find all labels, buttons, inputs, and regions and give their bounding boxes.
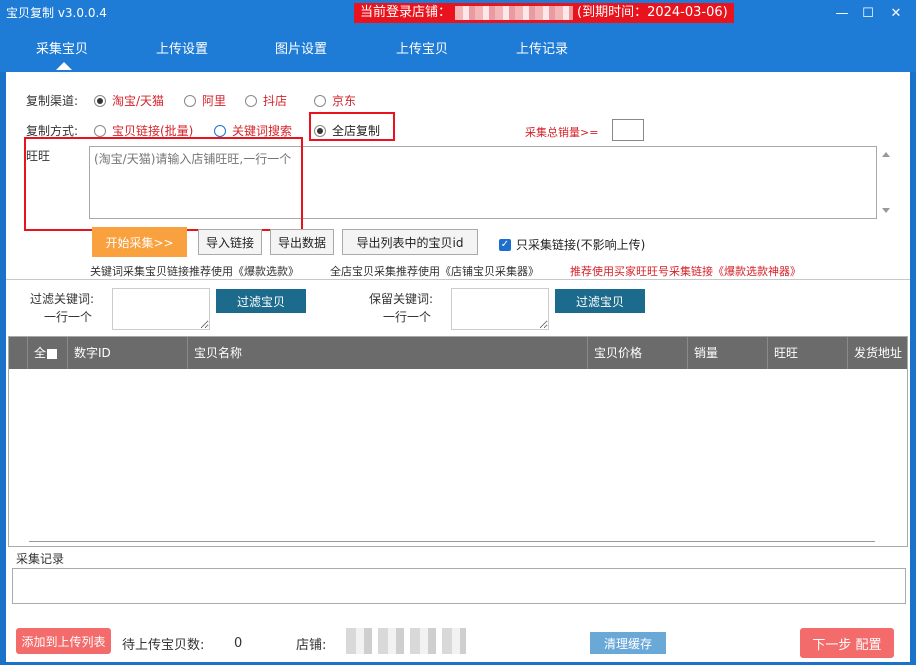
radio-dot-icon <box>94 94 106 107</box>
tab-upload-items[interactable]: 上传宝贝 <box>396 38 448 57</box>
radio-channel-jd[interactable]: 京东 <box>314 92 356 109</box>
tab-upload-records[interactable]: 上传记录 <box>516 38 568 57</box>
title-bar: 宝贝复制 v3.0.0.4 当前登录店铺： (到期时间：2024-03-06) … <box>0 0 916 28</box>
channel-label: 复制渠道: <box>26 94 79 108</box>
select-all-checkbox-icon[interactable] <box>47 348 58 359</box>
column-ship-address[interactable]: 发货地址 <box>847 337 907 369</box>
clear-cache-button[interactable]: 清理缓存 <box>590 632 666 654</box>
radio-channel-taobao[interactable]: 淘宝/天猫 <box>94 92 164 109</box>
radio-label: 京东 <box>332 94 357 108</box>
active-tab-indicator <box>56 62 72 70</box>
divider <box>6 279 910 280</box>
radio-dot-icon <box>314 94 326 107</box>
column-price[interactable]: 宝贝价格 <box>587 337 687 369</box>
filter-keyword-hint: 一行一个 <box>44 310 93 324</box>
radio-mode-whole-shop[interactable]: 全店复制 <box>314 122 380 139</box>
radio-dot-icon <box>94 124 106 137</box>
app-title: 宝贝复制 v3.0.0.4 <box>6 6 107 20</box>
radio-label: 宝贝链接(批量) <box>112 124 194 138</box>
column-sales[interactable]: 销量 <box>687 337 767 369</box>
table-horizontal-scrollbar[interactable] <box>29 541 875 542</box>
scroll-down-icon[interactable] <box>882 208 890 213</box>
tab-collect[interactable]: 采集宝贝 <box>36 38 88 57</box>
radio-dot-icon <box>314 124 326 137</box>
only-links-checkbox[interactable]: ✓ 只采集链接(不影响上传) <box>499 236 645 253</box>
radio-dot-icon <box>184 94 196 107</box>
radio-label: 抖店 <box>263 94 288 108</box>
filter-keyword-input[interactable] <box>112 288 210 330</box>
radio-mode-links[interactable]: 宝贝链接(批量) <box>94 122 193 139</box>
radio-channel-douyin[interactable]: 抖店 <box>245 92 287 109</box>
tip-buyer-wangwang: 推荐使用买家旺旺号采集链接《爆款选款神器》 <box>570 265 801 278</box>
scroll-up-icon[interactable] <box>882 152 890 157</box>
checkmark-icon: ✓ <box>499 238 511 251</box>
login-banner: 当前登录店铺： (到期时间：2024-03-06) <box>354 3 734 23</box>
keep-keyword-input[interactable] <box>451 288 549 330</box>
keep-keyword-label: 保留关键词: <box>369 292 434 306</box>
radio-label: 关键词搜索 <box>232 124 293 138</box>
import-links-button[interactable]: 导入链接 <box>198 229 262 255</box>
checkbox-label: 只采集链接(不影响上传) <box>516 238 646 252</box>
tab-image-settings[interactable]: 图片设置 <box>275 38 327 57</box>
filter-keyword-label: 过滤关键词: <box>30 292 95 306</box>
keep-filter-button[interactable]: 过滤宝贝 <box>555 289 645 313</box>
pending-label: 待上传宝贝数: <box>122 638 205 653</box>
column-wangwang[interactable]: 旺旺 <box>767 337 847 369</box>
radio-channel-ali[interactable]: 阿里 <box>184 92 226 109</box>
column-item-name[interactable]: 宝贝名称 <box>187 337 587 369</box>
add-to-upload-button[interactable]: 添加到上传列表 <box>16 628 111 654</box>
sales-label: 采集总销量>= <box>525 126 599 139</box>
maximize-button[interactable]: ☐ <box>858 4 878 24</box>
close-button[interactable]: ✕ <box>886 4 906 24</box>
items-table[interactable]: 全 数字ID 宝贝名称 宝贝价格 销量 旺旺 发货地址 <box>8 336 908 547</box>
blurred-shop-footer <box>346 628 466 654</box>
textarea-scrollbar[interactable] <box>879 146 893 219</box>
export-data-button[interactable]: 导出数据 <box>270 229 334 255</box>
nav-bar: 采集宝贝 上传设置 图片设置 上传宝贝 上传记录 <box>0 28 916 72</box>
sales-threshold-input[interactable] <box>612 119 644 141</box>
column-numeric-id[interactable]: 数字ID <box>67 337 187 369</box>
radio-label: 淘宝/天猫 <box>112 94 165 108</box>
log-label: 采集记录 <box>16 552 65 566</box>
export-ids-button[interactable]: 导出列表中的宝贝id <box>342 229 478 255</box>
radio-dot-icon <box>214 124 226 137</box>
log-output <box>12 568 906 604</box>
pending-count: 0 <box>234 636 243 651</box>
column-select-all[interactable]: 全 <box>27 337 67 369</box>
start-collect-button[interactable]: 开始采集>> <box>92 227 187 257</box>
blurred-shop-name <box>455 6 574 20</box>
radio-dot-icon <box>245 94 257 107</box>
main-content: 复制渠道: 淘宝/天猫 阿里 抖店 京东 复制方式: 宝贝链接(批量) 关键词搜… <box>6 72 910 662</box>
minimize-button[interactable]: — <box>832 4 852 24</box>
table-header: 全 数字ID 宝贝名称 宝贝价格 销量 旺旺 发货地址 <box>9 337 907 369</box>
shop-label: 店铺: <box>296 638 327 653</box>
radio-mode-keyword[interactable]: 关键词搜索 <box>214 122 292 139</box>
wangwang-input[interactable] <box>89 146 877 219</box>
filter-items-button[interactable]: 过滤宝贝 <box>216 289 306 313</box>
keep-keyword-hint: 一行一个 <box>383 310 432 324</box>
radio-label: 阿里 <box>202 94 227 108</box>
tip-whole-shop: 全店宝贝采集推荐使用《店铺宝贝采集器》 <box>330 265 539 278</box>
mode-label: 复制方式: <box>26 124 79 138</box>
radio-label: 全店复制 <box>332 124 381 138</box>
wangwang-label: 旺旺 <box>26 149 51 163</box>
next-step-button[interactable]: 下一步 配置 <box>800 628 894 658</box>
expiry-text: (到期时间：2024-03-06) <box>577 5 728 20</box>
tip-keyword: 关键词采集宝贝链接推荐使用《爆款选款》 <box>90 265 299 278</box>
tab-upload-settings[interactable]: 上传设置 <box>156 38 208 57</box>
login-prefix: 当前登录店铺： <box>360 5 452 20</box>
column-label: 全 <box>34 346 47 360</box>
